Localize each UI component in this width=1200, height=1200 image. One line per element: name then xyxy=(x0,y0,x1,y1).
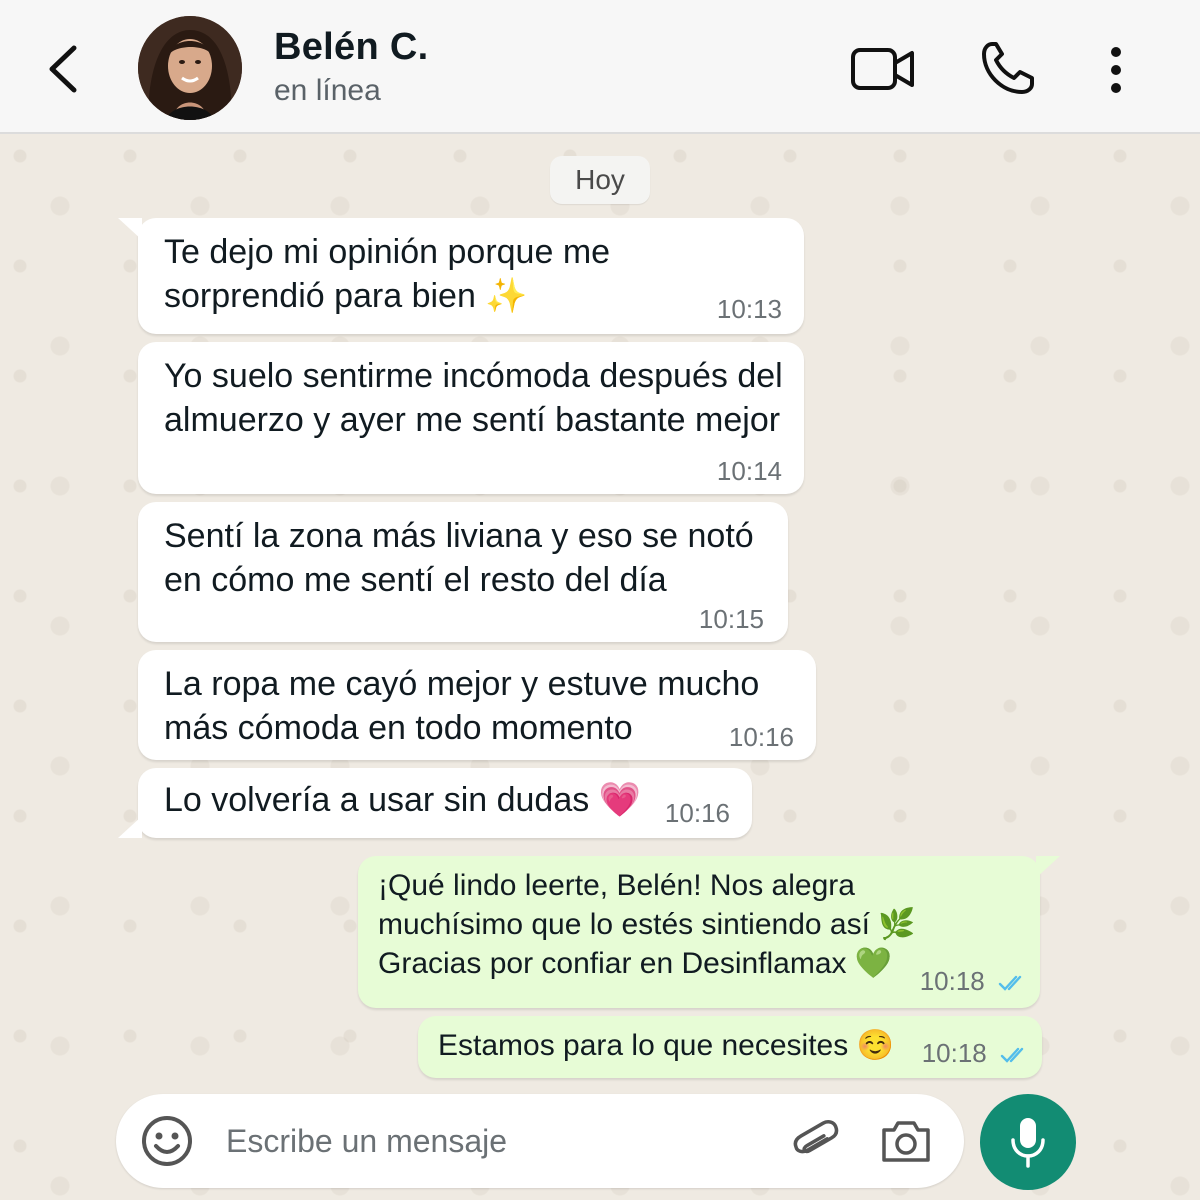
message-time-status: 10:18 xyxy=(920,966,1026,998)
message-bubble-outgoing[interactable]: Estamos para lo que necesites ☺️ 10:18 xyxy=(418,1016,1042,1078)
message-time: 10:18 xyxy=(919,965,985,996)
phone-icon[interactable] xyxy=(978,40,1036,98)
double-check-icon xyxy=(1000,1040,1028,1070)
contact-status: en línea xyxy=(274,74,381,107)
voice-message-button[interactable] xyxy=(980,1094,1076,1190)
bubble-tail xyxy=(118,218,142,240)
message-time-status: 10:18 xyxy=(922,1038,1028,1070)
message-composer xyxy=(116,1094,964,1188)
message-text: Sentí la zona más liviana y eso se notó … xyxy=(164,517,754,599)
message-time: 10:14 xyxy=(716,456,782,486)
contact-name[interactable]: Belén C. xyxy=(274,26,428,69)
message-bubble-outgoing[interactable]: ¡Qué lindo leerte, Belén! Nos alegra muc… xyxy=(358,856,1060,1008)
date-chip: Hoy xyxy=(550,156,650,204)
message-bubble-incoming[interactable]: Lo volvería a usar sin dudas 💗 10:16 xyxy=(118,768,752,838)
video-call-icon[interactable] xyxy=(850,44,916,94)
chat-header: Belén C. en línea xyxy=(0,0,1200,134)
message-time: 10:18 xyxy=(921,1037,987,1068)
message-text: ¡Qué lindo leerte, Belén! Nos alegra muc… xyxy=(378,869,916,980)
avatar[interactable] xyxy=(138,16,242,120)
message-time: 10:16 xyxy=(728,722,794,752)
message-input[interactable] xyxy=(226,1116,786,1166)
message-time: 10:15 xyxy=(698,604,764,634)
bubble-tail xyxy=(1036,856,1060,878)
message-text: Lo volvería a usar sin dudas 💗 xyxy=(164,781,642,819)
camera-icon[interactable] xyxy=(880,1118,932,1164)
message-text: Estamos para lo que necesites ☺️ xyxy=(438,1029,894,1062)
emoji-icon[interactable] xyxy=(140,1114,194,1168)
attach-icon[interactable] xyxy=(792,1116,840,1168)
mic-icon xyxy=(1010,1116,1046,1168)
message-bubble-incoming[interactable]: Sentí la zona más liviana y eso se notó … xyxy=(138,502,788,642)
message-bubble-incoming[interactable]: Yo suelo sentirme incómoda después del a… xyxy=(138,342,804,494)
double-check-icon xyxy=(998,968,1026,998)
message-text: Yo suelo sentirme incómoda después del a… xyxy=(164,357,783,439)
back-arrow-icon[interactable] xyxy=(40,42,90,96)
message-time: 10:16 xyxy=(664,798,730,828)
message-text: Te dejo mi opinión porque me sorprendió … xyxy=(164,233,611,315)
message-bubble-incoming[interactable]: La ropa me cayó mejor y estuve mucho más… xyxy=(138,650,816,760)
message-bubble-incoming[interactable]: Te dejo mi opinión porque me sorprendió … xyxy=(118,218,804,334)
message-time: 10:13 xyxy=(716,294,782,324)
message-text: La ropa me cayó mejor y estuve mucho más… xyxy=(164,665,760,747)
bubble-tail xyxy=(118,816,142,838)
more-vert-icon[interactable] xyxy=(1100,44,1132,96)
